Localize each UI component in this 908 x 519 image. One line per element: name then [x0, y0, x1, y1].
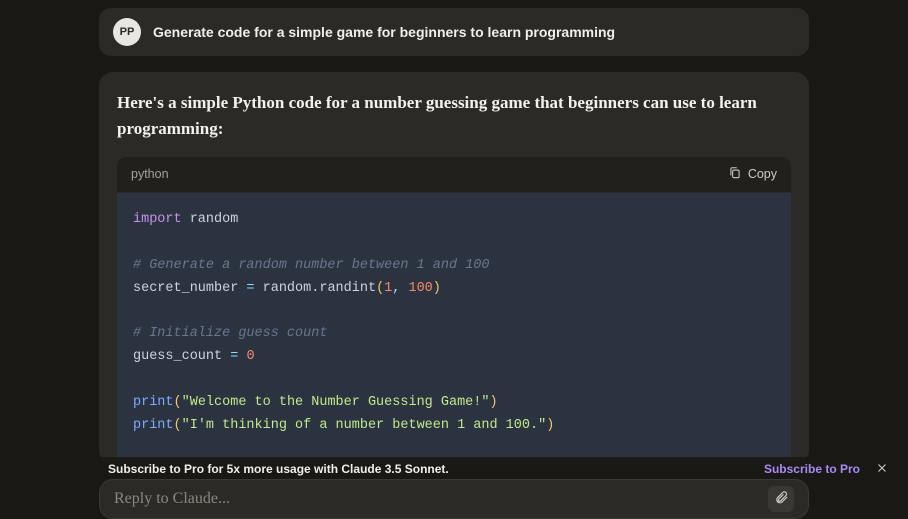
upgrade-banner-text: Subscribe to Pro for 5x more usage with … — [108, 462, 764, 476]
code-block: python Copy import random # Generate a r… — [117, 157, 791, 464]
subscribe-link[interactable]: Subscribe to Pro — [764, 462, 860, 476]
close-banner-button[interactable] — [874, 461, 890, 477]
assistant-message: Here's a simple Python code for a number… — [99, 72, 809, 464]
copy-button[interactable]: Copy — [728, 166, 777, 183]
user-prompt-text: Generate code for a simple game for begi… — [153, 24, 615, 40]
attach-button[interactable] — [768, 486, 794, 512]
reply-input[interactable] — [114, 490, 768, 508]
code-content[interactable]: import random # Generate a random number… — [117, 193, 791, 464]
upgrade-banner: Subscribe to Pro for 5x more usage with … — [0, 457, 908, 481]
avatar: PP — [113, 18, 141, 46]
clipboard-icon — [728, 166, 742, 183]
code-language-label: python — [131, 167, 169, 181]
close-icon — [876, 462, 888, 477]
user-message: PP Generate code for a simple game for b… — [99, 8, 809, 56]
composer[interactable] — [99, 479, 809, 519]
code-block-header: python Copy — [117, 157, 791, 193]
copy-label: Copy — [748, 167, 777, 181]
paperclip-icon — [774, 490, 789, 508]
assistant-intro-text: Here's a simple Python code for a number… — [117, 90, 791, 143]
